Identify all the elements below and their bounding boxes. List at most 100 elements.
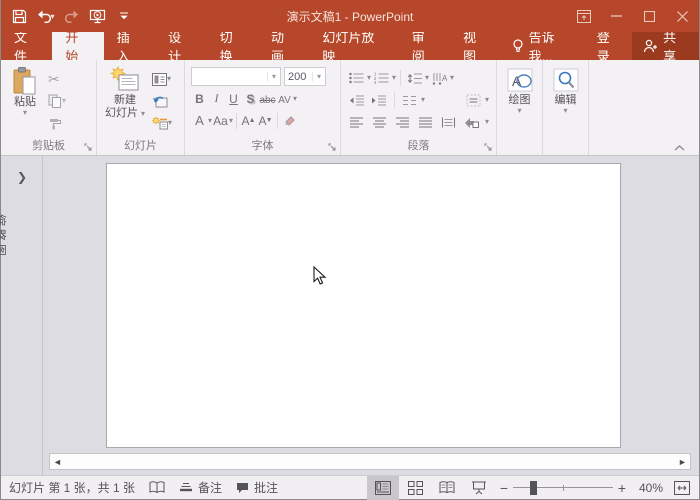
bullets-button[interactable] <box>347 69 366 87</box>
strikethrough-button[interactable]: abc <box>259 89 276 108</box>
numbering-dropdown-icon[interactable]: ▾ <box>392 74 396 82</box>
maximize-button[interactable] <box>633 0 666 32</box>
slideshow-view-button[interactable] <box>463 476 495 500</box>
numbering-button[interactable]: 123 <box>372 69 391 87</box>
slide-sorter-button[interactable] <box>399 476 431 500</box>
bullets-dropdown-icon[interactable]: ▾ <box>367 74 371 82</box>
columns-dropdown-icon[interactable]: ▾ <box>421 96 425 104</box>
text-direction-button[interactable]: A <box>430 69 449 87</box>
change-case-dropdown-icon[interactable]: ▾ <box>229 117 233 125</box>
bold-button[interactable]: B <box>191 89 208 108</box>
text-direction-dropdown-icon[interactable]: ▾ <box>450 74 454 82</box>
justify-button[interactable] <box>416 113 435 131</box>
paste-button[interactable]: 粘贴 ▾ <box>4 63 46 139</box>
align-center-button[interactable] <box>370 113 389 131</box>
character-spacing-dropdown-icon[interactable]: ▾ <box>293 95 297 103</box>
tab-insert[interactable]: 插入 <box>104 32 155 60</box>
tab-view[interactable]: 视图 <box>450 32 501 60</box>
slide-canvas[interactable]: ◄ ► <box>43 156 699 475</box>
redo-button[interactable] <box>59 3 84 29</box>
layout-button[interactable]: ▾ <box>150 68 174 90</box>
grow-font-button[interactable]: A▲ <box>240 111 257 130</box>
tell-me-box[interactable]: 告诉我... <box>502 32 587 60</box>
close-button[interactable] <box>666 0 699 32</box>
font-size-dropdown-icon[interactable]: ▾ <box>312 72 325 81</box>
drawing-dropdown-icon[interactable]: ▾ <box>517 107 521 115</box>
font-color-button[interactable]: A <box>191 111 208 130</box>
align-text-button[interactable] <box>464 91 483 109</box>
new-slide-dropdown-icon[interactable]: ▾ <box>141 109 145 118</box>
normal-view-button[interactable] <box>367 476 399 500</box>
slide[interactable] <box>106 163 621 448</box>
line-spacing-button[interactable] <box>405 69 424 87</box>
shrink-font-button[interactable]: A▼ <box>257 111 274 130</box>
sign-in-button[interactable]: 登录 <box>587 32 632 60</box>
scroll-right-icon[interactable]: ► <box>675 454 690 469</box>
undo-button[interactable]: ▾ <box>33 3 58 29</box>
collapse-ribbon-button[interactable] <box>674 145 685 151</box>
zoom-out-button[interactable]: − <box>495 476 513 500</box>
increase-indent-button[interactable] <box>369 91 389 109</box>
reset-button[interactable] <box>150 90 174 112</box>
align-text-dropdown-icon[interactable]: ▾ <box>485 96 489 104</box>
align-right-button[interactable] <box>393 113 412 131</box>
fit-to-window-button[interactable] <box>669 476 695 500</box>
clipboard-dialog-launcher[interactable] <box>83 142 93 152</box>
expand-panel-icon[interactable]: ❯ <box>1 170 43 184</box>
start-slideshow-button[interactable] <box>85 3 110 29</box>
distribute-button[interactable] <box>439 113 458 131</box>
copy-button[interactable]: ▾ <box>46 90 68 112</box>
font-name-dropdown-icon[interactable]: ▾ <box>267 72 280 81</box>
zoom-level[interactable]: 40% <box>631 481 669 495</box>
zoom-slider-thumb[interactable] <box>530 481 537 495</box>
minimize-button[interactable] <box>600 0 633 32</box>
font-size-combo[interactable]: 200 ▾ <box>284 67 326 86</box>
editing-dropdown-icon[interactable]: ▾ <box>563 107 567 115</box>
tab-design[interactable]: 设计 <box>155 32 206 60</box>
paragraph-dialog-launcher[interactable] <box>483 142 493 152</box>
cut-button[interactable]: ✂ <box>46 68 68 90</box>
decrease-indent-button[interactable] <box>347 91 367 109</box>
paste-dropdown-icon[interactable]: ▾ <box>23 109 27 117</box>
drawing-button[interactable]: A 绘图 ▾ <box>500 63 539 139</box>
copy-dropdown-icon[interactable]: ▾ <box>62 97 66 105</box>
font-dialog-launcher[interactable] <box>327 142 337 152</box>
comments-button[interactable]: 批注 <box>236 479 278 496</box>
format-painter-button[interactable] <box>46 112 68 134</box>
section-button[interactable]: ▾ <box>150 112 174 134</box>
tab-file[interactable]: 文件 <box>1 32 52 60</box>
columns-button[interactable] <box>400 91 419 109</box>
tab-animations[interactable]: 动画 <box>258 32 309 60</box>
font-name-combo[interactable]: ▾ <box>191 67 281 86</box>
tab-home[interactable]: 开始 <box>52 32 103 60</box>
new-slide-button[interactable]: 新建 幻灯片 ▾ <box>100 63 150 139</box>
text-shadow-button[interactable]: S <box>242 89 259 108</box>
notes-button[interactable]: 备注 <box>179 479 222 496</box>
convert-smartart-button[interactable] <box>462 113 481 131</box>
editing-button[interactable]: 编辑 ▾ <box>546 63 585 139</box>
scroll-left-icon[interactable]: ◄ <box>50 454 65 469</box>
tab-slideshow[interactable]: 幻灯片放映 <box>309 32 398 60</box>
underline-button[interactable]: U <box>225 89 242 108</box>
change-case-button[interactable]: Aa <box>212 111 229 130</box>
proofing-button[interactable] <box>149 481 165 494</box>
line-spacing-dropdown-icon[interactable]: ▾ <box>425 74 429 82</box>
reading-view-button[interactable] <box>431 476 463 500</box>
section-dropdown-icon[interactable]: ▾ <box>168 119 172 127</box>
share-button[interactable]: 共享 <box>632 32 699 60</box>
zoom-in-button[interactable]: + <box>613 476 631 500</box>
align-left-button[interactable] <box>347 113 366 131</box>
tab-review[interactable]: 审阅 <box>399 32 450 60</box>
italic-button[interactable]: I <box>208 89 225 108</box>
customize-qat-button[interactable] <box>111 3 136 29</box>
smartart-dropdown-icon[interactable]: ▾ <box>485 118 489 126</box>
tab-transitions[interactable]: 切换 <box>207 32 258 60</box>
clear-formatting-button[interactable] <box>281 112 298 130</box>
layout-dropdown-icon[interactable]: ▾ <box>167 75 171 83</box>
character-spacing-button[interactable]: AV <box>276 89 293 108</box>
horizontal-scrollbar[interactable]: ◄ ► <box>49 453 691 470</box>
zoom-slider[interactable] <box>513 476 613 500</box>
undo-dropdown-icon[interactable]: ▾ <box>50 12 54 21</box>
thumbnail-panel-collapsed[interactable]: ❯ 缩略图 <box>1 156 43 475</box>
ribbon-display-options-button[interactable] <box>567 0 600 32</box>
